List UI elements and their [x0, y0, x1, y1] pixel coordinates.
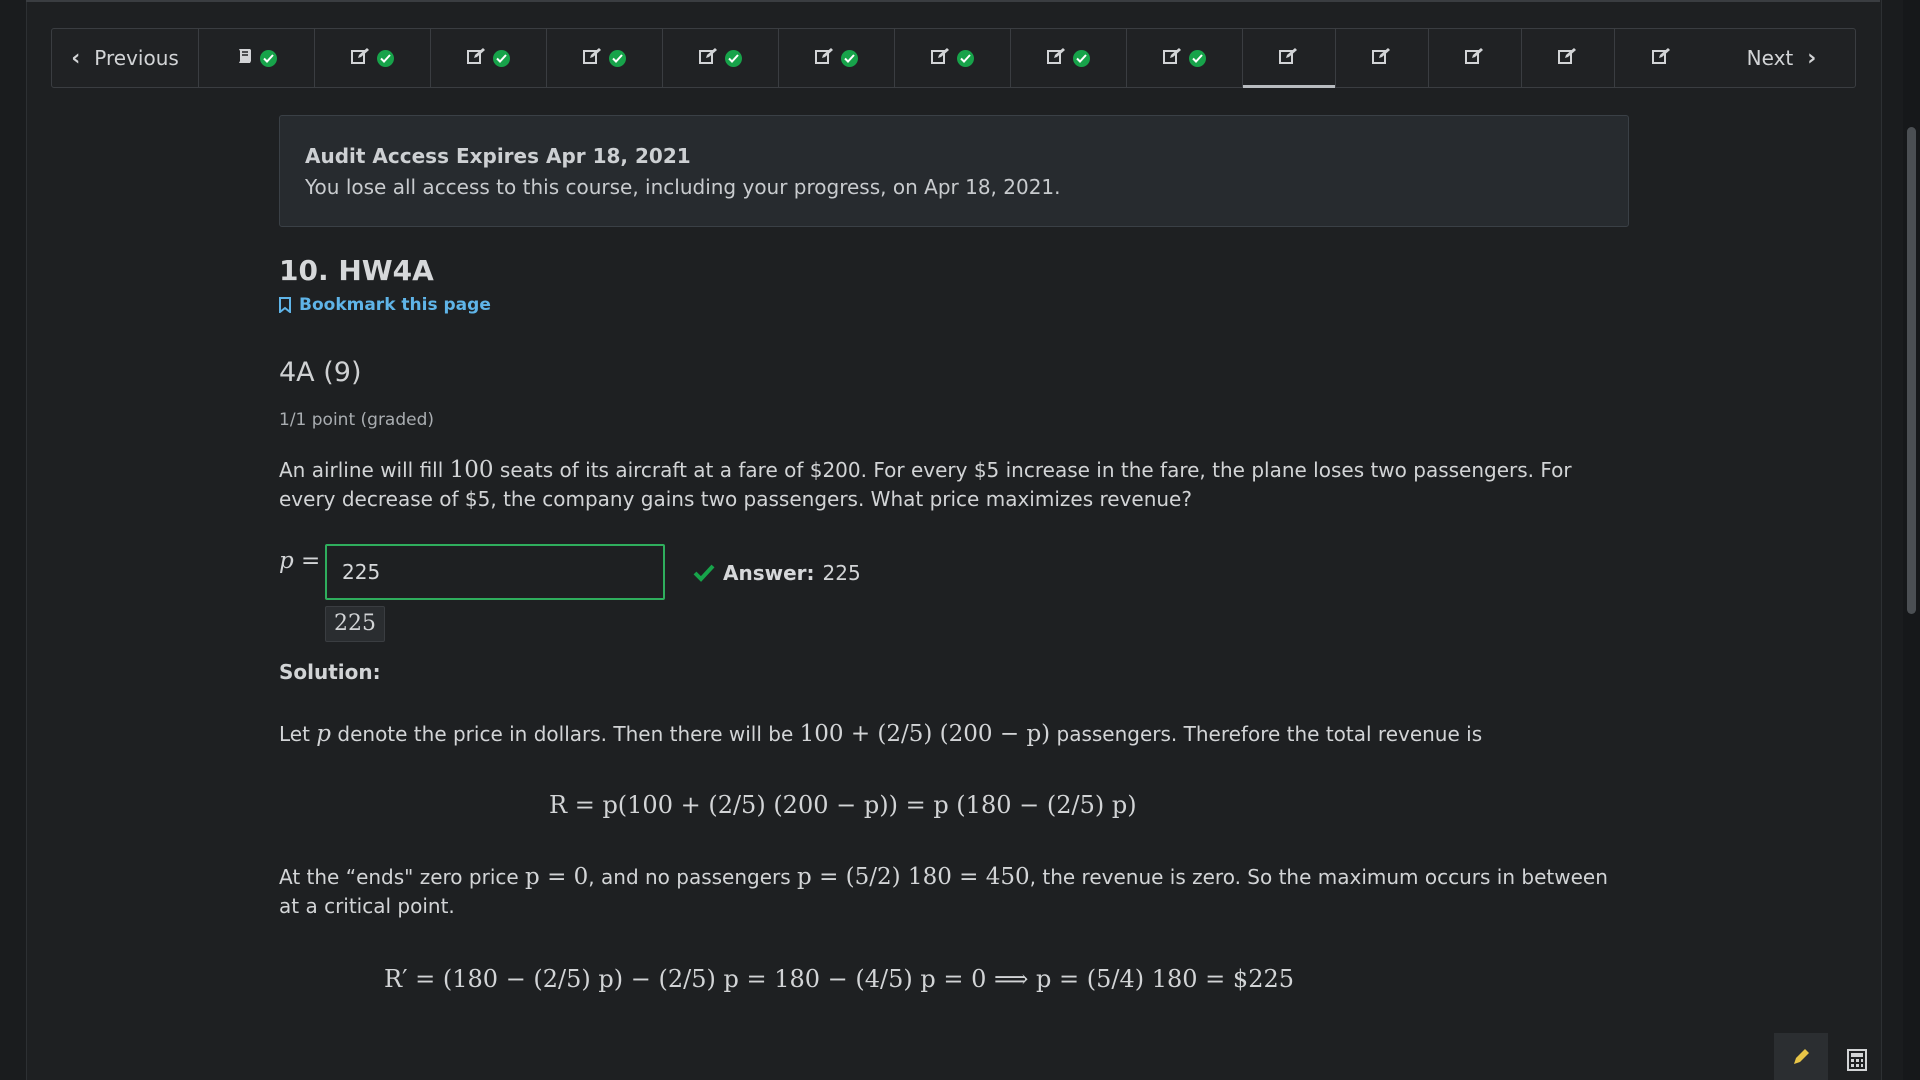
edit-icon — [815, 46, 835, 70]
audit-banner: Audit Access Expires Apr 18, 2021 You lo… — [279, 115, 1629, 227]
chevron-left-icon: ‹ — [71, 45, 81, 71]
check-circle-icon — [260, 49, 277, 67]
solution-text: passengers. Therefore the total revenue … — [1050, 722, 1483, 746]
previous-button[interactable]: ‹ Previous — [52, 29, 199, 87]
bookmark-icon — [279, 297, 291, 313]
audit-text: You lose all access to this course, incl… — [305, 175, 1061, 199]
solution-heading: Solution: — [279, 660, 381, 684]
book-icon — [236, 46, 254, 70]
unit-tab-5[interactable] — [663, 29, 779, 87]
unit-tabs — [199, 29, 1708, 88]
math-expression: 100 + (2/5) (200 − p) — [799, 721, 1051, 747]
unit-tab-13[interactable] — [1522, 29, 1615, 87]
edit-icon — [1163, 46, 1183, 70]
edit-icon — [1465, 46, 1485, 70]
edit-icon — [583, 46, 603, 70]
revenue-equation: R = p(100 + (2/5) (200 − p)) = p (180 − … — [549, 791, 1137, 819]
unit-tab-3[interactable] — [431, 29, 547, 87]
next-button[interactable]: Next › — [1708, 29, 1855, 87]
edit-icon — [931, 46, 951, 70]
edit-icon — [1047, 46, 1067, 70]
answer-input[interactable] — [325, 544, 665, 600]
solution-text: At the “ends" zero price — [279, 865, 526, 889]
question-number: 100 — [449, 457, 494, 483]
unit-tab-10[interactable] — [1243, 29, 1336, 88]
bookmark-link[interactable]: Bookmark this page — [279, 295, 1629, 315]
edit-icon — [351, 46, 371, 70]
question-text-a: An airline will fill — [279, 458, 450, 482]
solution-text: , and no passengers — [588, 865, 798, 889]
audit-title: Audit Access Expires Apr 18, 2021 — [305, 144, 691, 168]
edit-icon — [1558, 46, 1578, 70]
check-circle-icon — [841, 49, 858, 67]
scrollbar-thumb[interactable] — [1907, 127, 1916, 614]
next-label: Next — [1746, 46, 1794, 70]
math-var: p — [316, 721, 332, 747]
check-circle-icon — [1073, 49, 1090, 67]
solution-paragraph-1: Let p denote the price in dollars. Then … — [279, 720, 1629, 749]
notes-tool-button[interactable] — [1774, 1033, 1828, 1080]
check-circle-icon — [609, 49, 626, 67]
unit-tab-2[interactable] — [315, 29, 431, 87]
problem-question: An airline will fill 100 seats of its ai… — [279, 456, 1609, 514]
solution-paragraph-2: At the “ends" zero price p = 0, and no p… — [279, 863, 1629, 921]
check-circle-icon — [377, 49, 394, 67]
answer-row: p = Answer: 225 225 — [279, 544, 1629, 654]
edit-icon — [467, 46, 487, 70]
edit-icon — [699, 46, 719, 70]
solution-text: Let — [279, 722, 317, 746]
answer-value: 225 — [822, 561, 861, 585]
problem-points: 1/1 point (graded) — [279, 410, 435, 430]
derivative-equation: R′ = (180 − (2/5) p) − (2/5) p = 180 − (… — [384, 965, 1294, 993]
input-preview: 225 — [325, 606, 385, 642]
top-divider — [26, 0, 1880, 2]
previous-label: Previous — [94, 46, 179, 70]
unit-tab-7[interactable] — [895, 29, 1011, 87]
unit-tab-1[interactable] — [199, 29, 315, 87]
unit-tab-11[interactable] — [1336, 29, 1429, 87]
check-circle-icon — [1189, 49, 1206, 67]
answer-status: Answer: 225 — [693, 561, 861, 585]
edit-icon — [1651, 46, 1672, 70]
unit-tab-14[interactable] — [1615, 29, 1708, 87]
calculator-button[interactable] — [1830, 1040, 1884, 1080]
calculator-icon — [1847, 1049, 1867, 1071]
unit-tab-6[interactable] — [779, 29, 895, 87]
check-circle-icon — [493, 49, 510, 67]
edit-icon — [1372, 46, 1392, 70]
input-label: p = — [279, 548, 321, 574]
math-expression: p = (5/2) 180 = 450 — [797, 864, 1030, 890]
edit-icon — [1279, 46, 1299, 70]
answer-label: Answer: — [723, 561, 815, 585]
unit-tab-9[interactable] — [1127, 29, 1243, 87]
solution-text: denote the price in dollars. Then there … — [331, 722, 800, 746]
pencil-icon — [1794, 1048, 1809, 1064]
check-circle-icon — [957, 49, 974, 67]
sequence-nav: ‹ Previous Next › — [51, 28, 1856, 88]
unit-title: 10. HW4A — [279, 254, 434, 287]
chevron-right-icon: › — [1807, 45, 1817, 71]
bookmark-label: Bookmark this page — [299, 295, 491, 315]
problem-title: 4A (9) — [279, 357, 362, 388]
unit-tab-4[interactable] — [547, 29, 663, 87]
check-icon — [693, 564, 715, 582]
check-circle-icon — [725, 49, 742, 67]
main-content: Audit Access Expires Apr 18, 2021 You lo… — [279, 115, 1629, 993]
unit-tab-12[interactable] — [1429, 29, 1522, 87]
math-expression: p = 0 — [525, 864, 589, 890]
unit-tab-8[interactable] — [1011, 29, 1127, 87]
